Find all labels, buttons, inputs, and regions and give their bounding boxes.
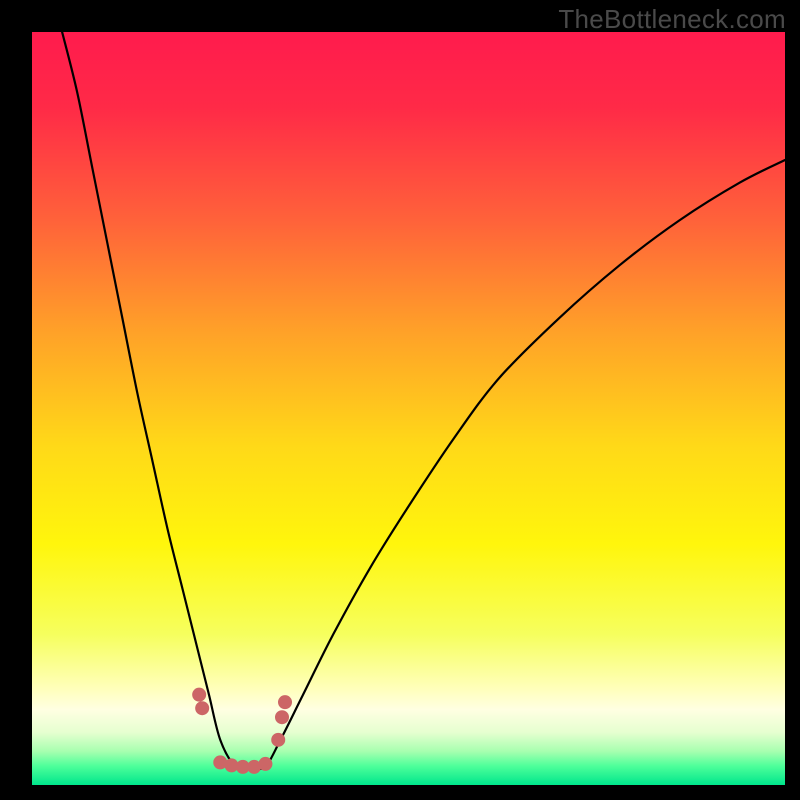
data-marker <box>271 733 285 747</box>
watermark-text: TheBottleneck.com <box>558 4 786 35</box>
data-marker <box>258 757 272 771</box>
plot-area <box>32 32 785 785</box>
chart-frame: TheBottleneck.com <box>0 0 800 800</box>
data-marker <box>275 710 289 724</box>
data-marker <box>192 688 206 702</box>
chart-svg <box>32 32 785 785</box>
gradient-background <box>32 32 785 785</box>
data-marker <box>278 695 292 709</box>
data-marker <box>195 701 209 715</box>
